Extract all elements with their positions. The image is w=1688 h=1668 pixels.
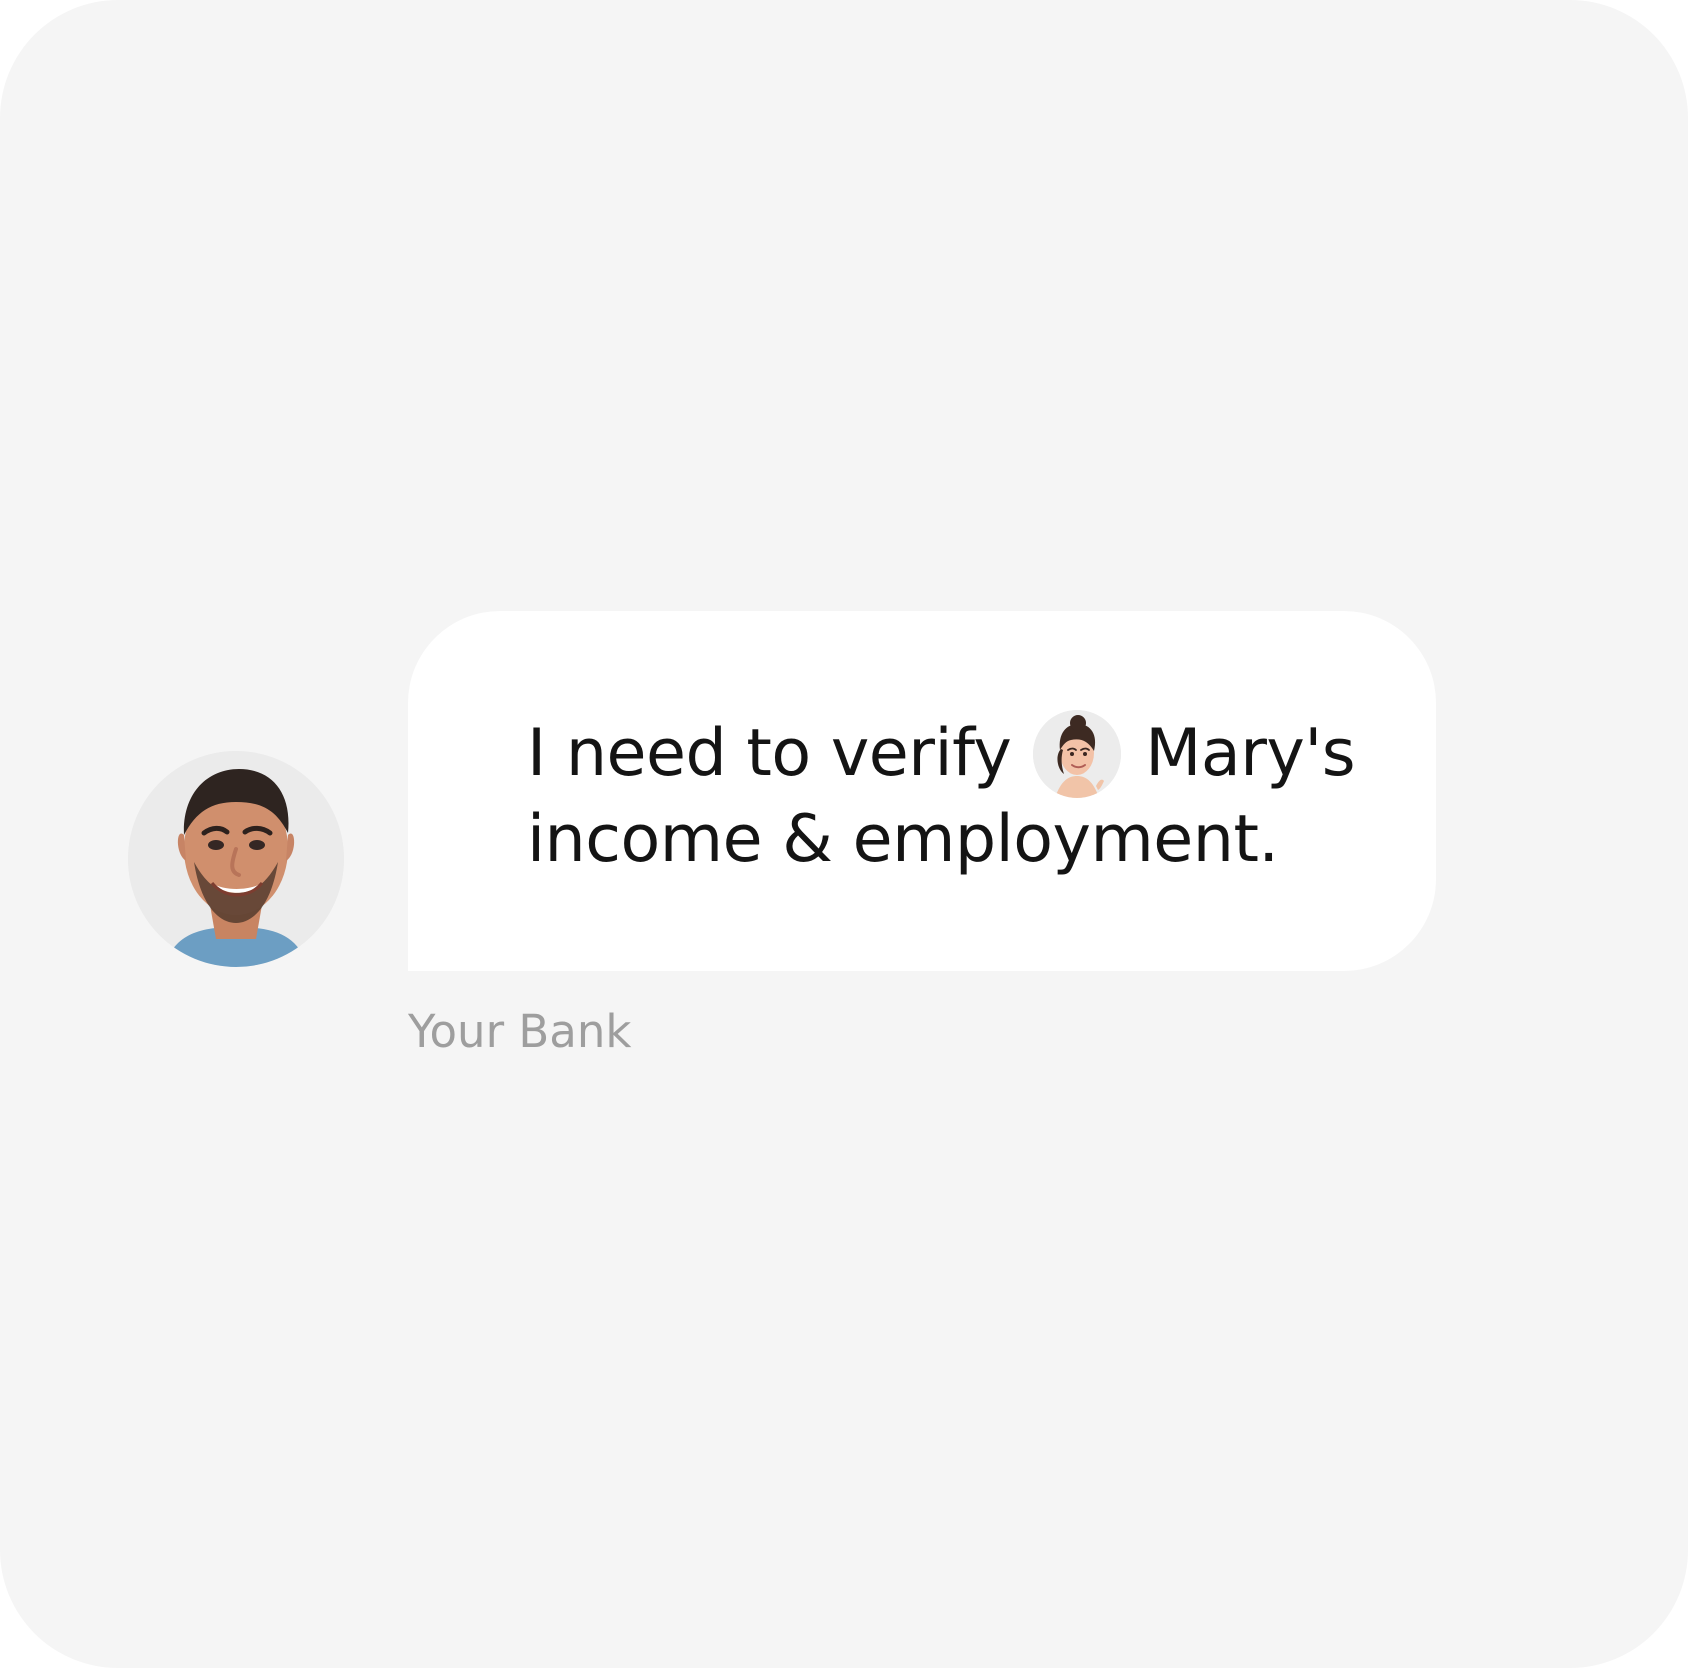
message-subject-name: Mary's bbox=[1145, 716, 1356, 791]
message-line-1: I need to verify Mary's bbox=[527, 710, 1356, 798]
message-line-2: income & employment. bbox=[527, 802, 1279, 877]
sender-label: Your Bank bbox=[408, 1005, 632, 1058]
man-avatar-icon bbox=[128, 751, 344, 967]
chat-card: I need to verify Mary's income & employm… bbox=[0, 0, 1688, 1668]
message-prefix: I need to verify bbox=[527, 716, 1012, 791]
sender-avatar bbox=[128, 751, 344, 967]
woman-avatar-icon bbox=[1033, 710, 1122, 798]
chat-message-bubble: I need to verify Mary's income & employm… bbox=[408, 611, 1436, 971]
subject-avatar bbox=[1033, 710, 1122, 798]
